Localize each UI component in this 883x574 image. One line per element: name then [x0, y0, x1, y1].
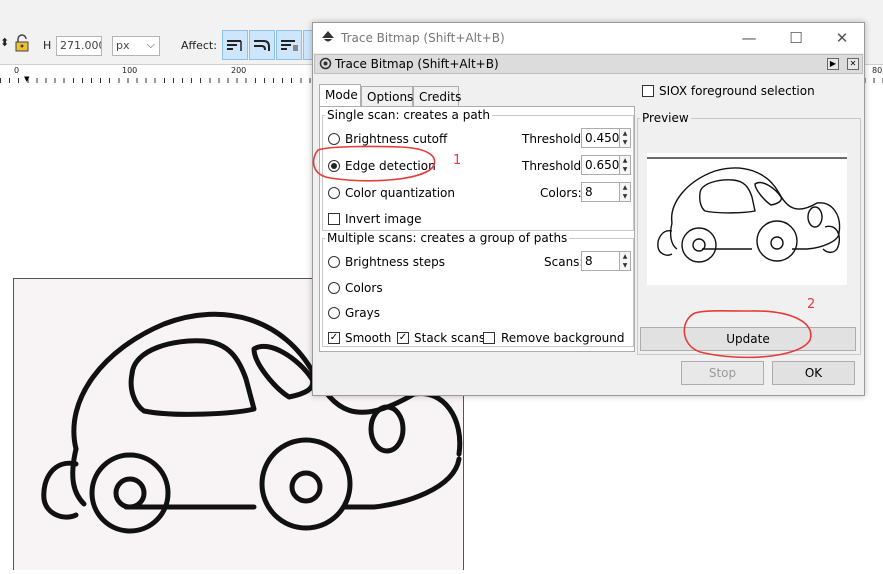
- edge-detection-annotation-circle: [312, 145, 436, 182]
- annotation-number-2: 2: [807, 297, 816, 312]
- update-annotation-circle: [683, 310, 812, 359]
- annotation-number-1: 1: [453, 153, 462, 168]
- annotation-overlay: [312, 145, 812, 359]
